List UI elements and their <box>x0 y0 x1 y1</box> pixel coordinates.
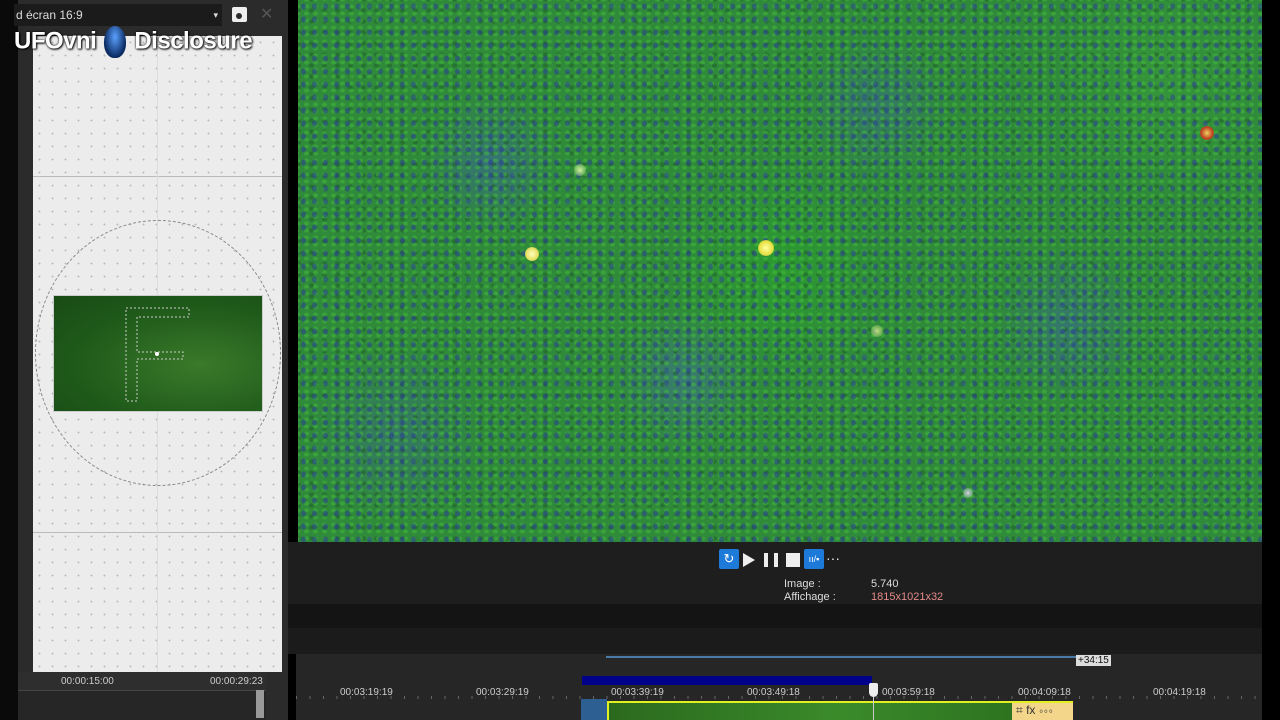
preset-dropdown[interactable]: d écran 16:9 ▾ <box>14 4 222 26</box>
transport-bar <box>288 542 1262 604</box>
timecode-label: 00:03:39:19 <box>611 687 664 698</box>
split-screen-button[interactable]: ıı/▪ <box>804 549 824 569</box>
left-edge <box>0 0 18 720</box>
offset-badge: +34:15 <box>1076 655 1111 666</box>
more-button[interactable]: ··· <box>826 550 840 566</box>
display-label: Affichage : <box>784 591 836 603</box>
frame-f-marker <box>125 307 190 402</box>
video-clip[interactable] <box>607 701 1073 720</box>
right-edge <box>1262 0 1280 720</box>
alien-head-icon <box>104 26 127 58</box>
close-icon[interactable]: ✕ <box>260 4 273 24</box>
ruler-label: 00:00:29:23 <box>210 676 263 687</box>
timeline-overview-bar[interactable] <box>606 656 1076 658</box>
timecode-label: 00:03:29:19 <box>476 687 529 698</box>
keyframe-ruler: 00:00:15:00 00:00:29:23 <box>18 672 266 690</box>
keyframe-track[interactable] <box>18 690 266 720</box>
stop-button[interactable] <box>786 553 800 567</box>
timecode-label: 00:04:09:18 <box>1018 687 1071 698</box>
timecode-label: 00:03:49:18 <box>747 687 800 698</box>
play-button[interactable] <box>743 553 755 567</box>
display-value: 1815x1021x32 <box>871 591 944 603</box>
pause-button[interactable] <box>764 553 778 567</box>
clip-fx-buttons[interactable]: ⌗ fx ∘∘∘ <box>1012 703 1073 720</box>
playhead-handle[interactable] <box>869 683 878 697</box>
timecode-label: 00:03:19:19 <box>340 687 393 698</box>
video-preview <box>298 0 1262 542</box>
image-value: 5.740 <box>871 578 899 590</box>
loop-region[interactable] <box>582 676 872 685</box>
divider-band <box>288 604 1262 628</box>
image-label: Image : <box>784 578 821 590</box>
keyframe-scrollbar[interactable] <box>256 690 264 718</box>
watermark-logo: UFOvni Disclosure <box>14 26 253 58</box>
loop-button[interactable]: ↻ <box>719 549 739 569</box>
preset-value: d écran 16:9 <box>16 8 83 22</box>
clip-fade-region <box>581 699 607 720</box>
save-preset-icon[interactable] <box>232 7 247 22</box>
timecode-label: 00:03:59:18 <box>882 687 935 698</box>
timecode-label: 00:04:19:18 <box>1153 687 1206 698</box>
divider-band <box>288 628 1262 654</box>
ruler-label: 00:00:15:00 <box>61 676 114 687</box>
chevron-down-icon: ▾ <box>213 10 218 20</box>
